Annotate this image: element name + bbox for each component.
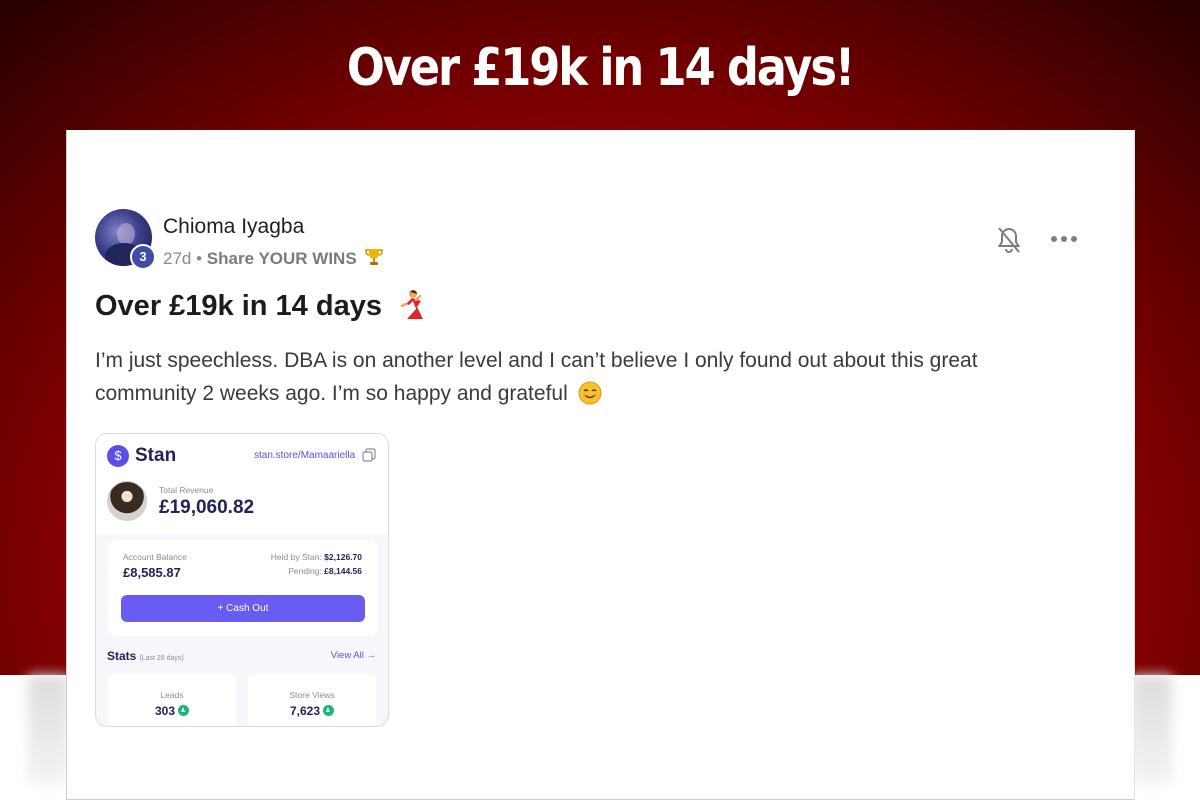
attached-screenshot[interactable]: $ Stan stan.store/Mamaariella Total Reve… (95, 433, 389, 727)
total-revenue-label: Total Revenue (159, 485, 214, 495)
pending-value: £8,144.56 (324, 566, 362, 576)
leads-value: 303 (154, 704, 176, 718)
leads-value-row: 303 (108, 704, 236, 718)
post-title-text: Over £19k in 14 days (95, 290, 382, 322)
held-by-stan: Held by Stan: $2,126.70 (271, 552, 362, 562)
post-options-button[interactable] (1049, 228, 1079, 250)
meta-separator: • (191, 249, 207, 268)
trend-up-icon (178, 705, 190, 716)
leads-label: Leads (160, 690, 184, 700)
trend-up-icon (323, 705, 335, 716)
author-name[interactable]: Chioma Iyagba (163, 215, 304, 239)
post-title[interactable]: Over £19k in 14 days (95, 289, 426, 323)
level-badge: 3 (130, 244, 156, 270)
card-shadow-left (28, 675, 68, 785)
store-views-value: 7,623 (289, 704, 321, 718)
stats-heading: Stats (Last 28 days) (107, 649, 184, 663)
dancing-woman-emoji (400, 290, 424, 319)
held-label: Held by Stan: (270, 552, 322, 562)
banner-headline: Over £19k in 14 days! (346, 38, 855, 98)
post-category-link[interactable]: Share YOUR WINS (207, 249, 357, 268)
store-views-label: Store Views (289, 690, 335, 700)
store-views-value-row: 7,623 (248, 704, 376, 718)
post-meta: 27d • Share YOUR WINS (163, 247, 384, 269)
held-value: $2,126.70 (324, 552, 362, 562)
post-body-text: I’m just speechless. DBA is on another l… (95, 349, 978, 405)
store-url: stan.store/Mamaariella (254, 450, 356, 461)
cash-out-button: + Cash Out (121, 595, 365, 622)
pending-amount: Pending: £8,144.56 (288, 566, 362, 576)
notifications-toggle[interactable] (995, 225, 1023, 255)
pending-label: Pending: (288, 566, 322, 576)
account-balance-value: £8,585.87 (123, 565, 181, 580)
store-views-stat: Store Views 7,623 (248, 674, 376, 726)
post-age: 27d (163, 249, 192, 268)
stan-brand: Stan (135, 445, 177, 466)
card-shadow-right (1132, 675, 1172, 785)
trophy-icon (365, 249, 384, 265)
account-balance-label: Account Balance (123, 552, 187, 562)
creator-avatar (107, 481, 147, 521)
post-body: I’m just speechless. DBA is on another l… (95, 344, 1055, 410)
stan-logo-icon: $ (107, 445, 129, 467)
account-balance-card: Account Balance £8,585.87 Held by Stan: … (108, 540, 378, 636)
view-all-link: View All → (330, 650, 376, 661)
bell-off-icon (997, 227, 1021, 253)
stats-title: Stats (107, 649, 137, 663)
smiling-face-emoji (578, 381, 602, 405)
copy-icon (362, 448, 376, 462)
post-card: 3 Chioma Iyagba 27d • Share YOUR WINS Ov… (66, 130, 1135, 800)
leads-stat: Leads 303 (108, 674, 236, 726)
stats-period: (Last 28 days) (139, 655, 184, 662)
more-horizontal-icon (1051, 236, 1077, 242)
total-revenue-value: £19,060.82 (159, 497, 255, 518)
